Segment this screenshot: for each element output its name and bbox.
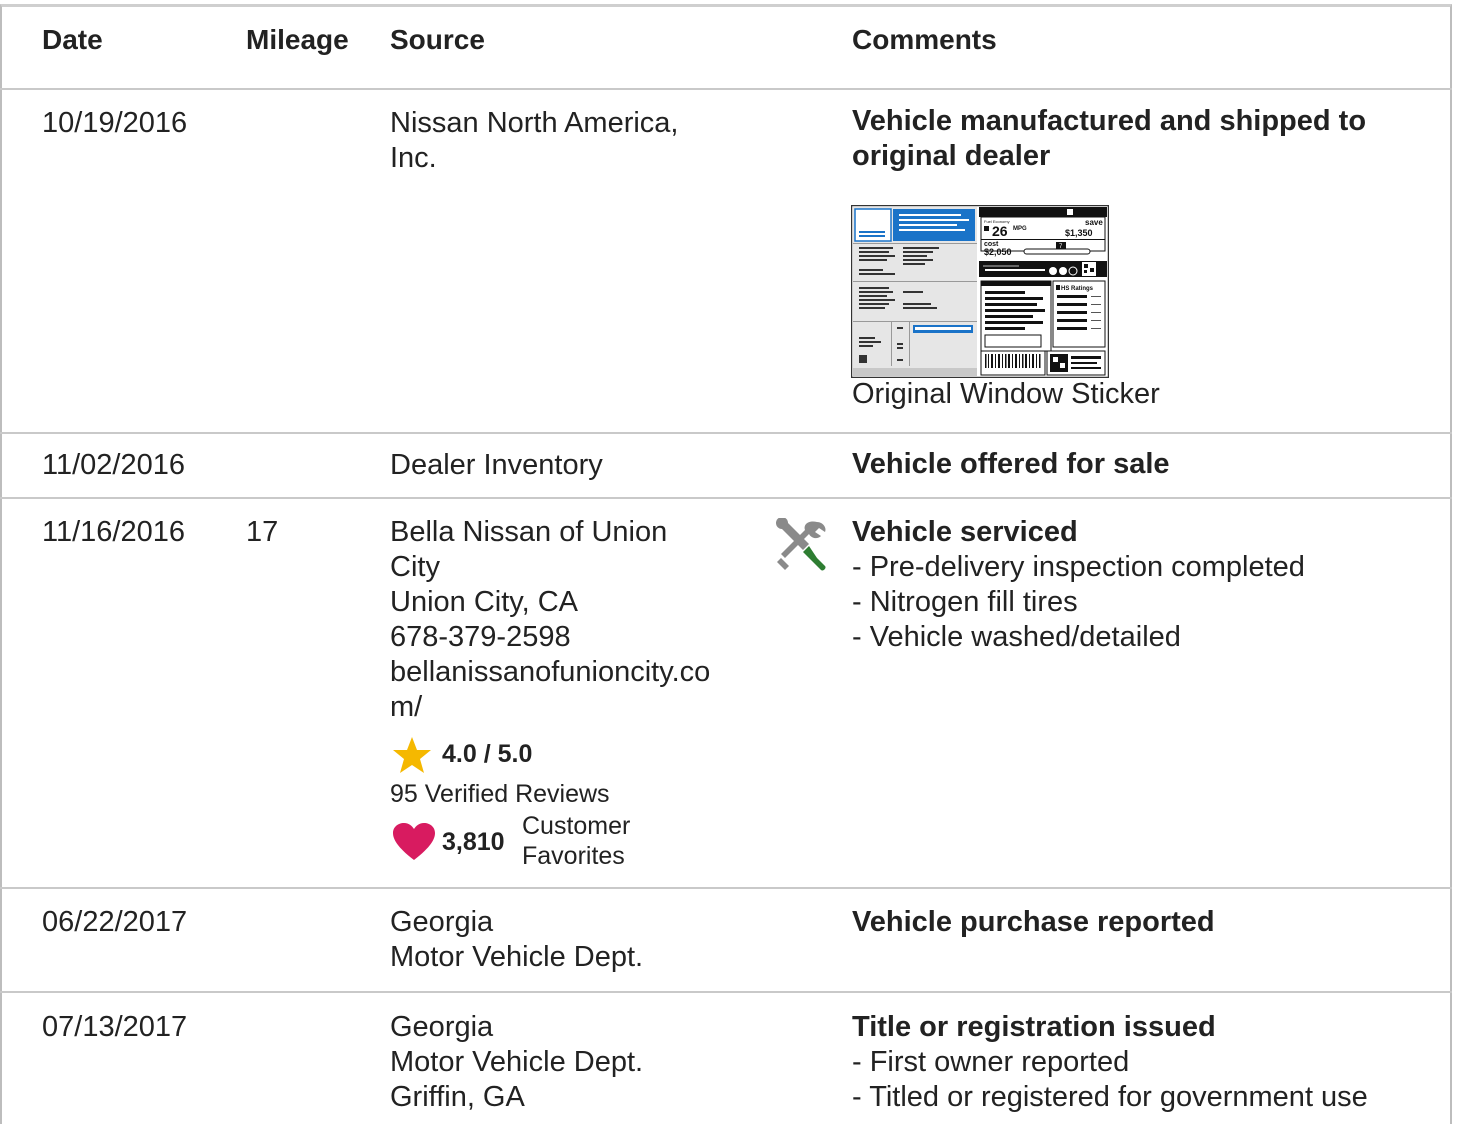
comment-title: Vehicle manufactured and shipped to orig…: [852, 105, 1367, 172]
row-mileage: 17: [246, 516, 279, 548]
row-divider: [0, 497, 1452, 499]
source-line: Inc.: [390, 142, 437, 174]
svg-text:$1,350: $1,350: [1065, 228, 1093, 238]
comment-title: Title or registration issued: [852, 1011, 1216, 1043]
svg-text:MPG: MPG: [1013, 226, 1027, 232]
favorites-count: 3,810: [442, 828, 505, 856]
star-icon: [392, 736, 432, 774]
list-item: Pre-delivery inspection completed: [852, 550, 1305, 585]
comment-title: Vehicle purchase reported: [852, 906, 1215, 938]
row-date: 11/16/2016: [42, 516, 185, 548]
dealer-name[interactable]: Bella Nissan of Union: [390, 515, 710, 550]
row-divider: [0, 991, 1452, 993]
dealer-website[interactable]: bellanissanofunioncity.co: [390, 655, 710, 690]
comment-list: Pre-delivery inspection completed Nitrog…: [852, 550, 1305, 655]
row-source: Georgia Motor Vehicle Dept.: [390, 906, 644, 973]
window-sticker-thumbnail[interactable]: Fuel Economy 26 MPG save $1,350 cost $2,…: [850, 204, 1110, 379]
list-item: First owner reported: [852, 1045, 1368, 1080]
row-date: 07/13/2017: [42, 1011, 188, 1043]
row-source: Nissan North America, Inc.: [390, 106, 679, 176]
source-line: Nissan North America,: [390, 107, 679, 139]
dealer-reviews[interactable]: 95 Verified Reviews: [390, 779, 610, 809]
header-date: Date: [42, 24, 103, 55]
list-item: Nitrogen fill tires: [852, 585, 1305, 620]
comment-title: Vehicle offered for sale: [852, 448, 1170, 480]
comment-title: Vehicle serviced: [852, 516, 1078, 548]
svg-text:save: save: [1085, 218, 1103, 227]
header-comments: Comments: [852, 24, 997, 55]
row-date: 10/19/2016: [42, 107, 188, 139]
header-mileage: Mileage: [246, 24, 349, 55]
svg-text:26: 26: [992, 223, 1008, 239]
list-item: Vehicle washed/detailed: [852, 620, 1305, 655]
svg-text:HS Ratings: HS Ratings: [1061, 286, 1094, 292]
row-source: Dealer Inventory: [390, 449, 603, 481]
dealer-phone[interactable]: 678-379-2598: [390, 620, 710, 655]
service-tools-icon: [773, 517, 829, 574]
row-divider: [0, 887, 1452, 889]
row-divider: [0, 432, 1452, 434]
header-divider: [0, 88, 1452, 90]
row-source: Georgia Motor Vehicle Dept. Griffin, GA: [390, 1011, 644, 1113]
row-date: 11/02/2016: [42, 449, 185, 481]
dealer-name-cont[interactable]: City: [390, 550, 710, 585]
dealer-website-cont[interactable]: m/: [390, 690, 710, 725]
dealer-rating: 4.0 / 5.0: [442, 740, 533, 768]
window-sticker-label[interactable]: Original Window Sticker: [852, 377, 1160, 412]
list-item: Titled or registered for government use: [852, 1080, 1368, 1115]
header-source: Source: [390, 24, 485, 55]
heart-icon: [393, 823, 435, 861]
svg-text:$2,050: $2,050: [984, 247, 1012, 257]
dealer-location: Union City, CA: [390, 586, 579, 618]
favorites-label: Customer Favorites: [522, 812, 631, 870]
row-source: Bella Nissan of Union City Union City, C…: [390, 515, 710, 725]
row-date: 06/22/2017: [42, 906, 188, 938]
comment-list: First owner reported Titled or registere…: [852, 1045, 1368, 1115]
